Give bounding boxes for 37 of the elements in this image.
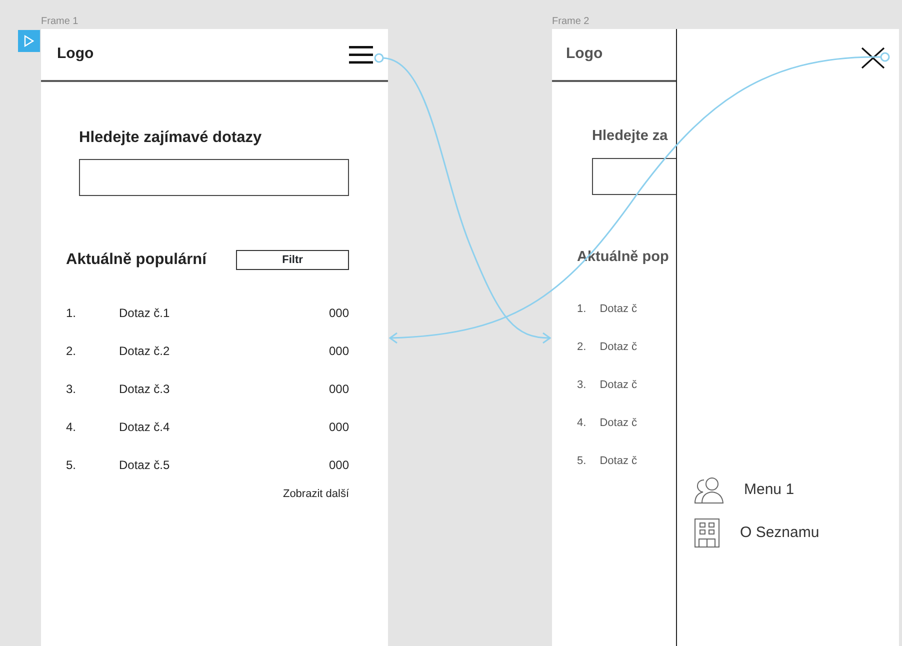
rank-number: 5.	[66, 456, 78, 474]
search-field[interactable]	[79, 159, 349, 196]
query-link[interactable]: Dotaz č.5	[119, 456, 329, 474]
frame-label: Frame 1	[41, 15, 78, 29]
section-heading: Hledejte za	[592, 127, 669, 146]
query-link[interactable]: Dotaz č.3	[119, 380, 329, 398]
frame-label: Frame 2	[552, 15, 590, 29]
menu-item[interactable]: O Seznamu	[694, 518, 899, 548]
logo-text: Logo	[566, 44, 603, 64]
show-more-link[interactable]: Zobrazit další	[282, 488, 349, 500]
people-icon	[694, 476, 724, 504]
rank-number: 2.	[577, 340, 588, 356]
rank-number: 5.	[577, 454, 588, 470]
rank-number: 4.	[66, 418, 78, 436]
query-link[interactable]: Dotaz č.4	[119, 418, 329, 436]
query-count: 000	[328, 418, 349, 436]
query-count: 000	[328, 380, 349, 398]
rank-number: 4.	[577, 416, 588, 432]
query-count: 000	[328, 456, 349, 474]
query-count: 000	[328, 342, 349, 360]
play-icon	[24, 35, 34, 47]
menu-item[interactable]: Menu 1	[694, 476, 899, 504]
filter-button[interactable]: Filtr	[236, 250, 349, 270]
rank-number: 3.	[66, 380, 78, 398]
rank-number: 2.	[66, 342, 78, 360]
query-count: 000	[328, 304, 349, 322]
section-heading: Hledejte zajímavé dotazy	[79, 128, 263, 148]
menu-icon[interactable]	[349, 46, 373, 64]
query-link[interactable]: Dotaz č.2	[119, 342, 329, 360]
rank-number: 3.	[577, 378, 588, 394]
logo-text: Logo	[57, 44, 94, 64]
close-icon[interactable]	[861, 47, 885, 69]
building-icon	[694, 518, 720, 548]
section-heading: Aktuálně populární	[66, 250, 206, 270]
rank-number: 1.	[66, 304, 78, 322]
query-link[interactable]: Dotaz č.1	[119, 304, 329, 322]
rank-number: 1.	[577, 302, 588, 318]
